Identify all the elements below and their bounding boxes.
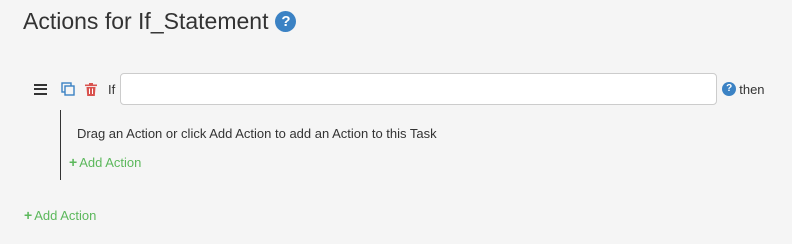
copy-icon[interactable] — [61, 82, 75, 96]
bars-icon[interactable] — [34, 83, 47, 95]
plus-icon: + — [24, 207, 33, 223]
add-action-label: Add Action — [34, 207, 97, 223]
page-title: Actions for If_Statement — [23, 8, 269, 34]
nested-actions-container: Drag an Action or click Add Action to ad… — [60, 110, 561, 180]
question-circle-icon[interactable]: ? — [722, 82, 737, 96]
then-label: then — [739, 81, 765, 97]
if-action-row: If ? then — [34, 72, 779, 106]
condition-input[interactable] — [120, 73, 718, 105]
add-action-label: Add Action — [79, 154, 142, 170]
if-label: If — [108, 81, 116, 97]
nested-add-action-button[interactable]: + Add Action — [69, 154, 141, 170]
add-action-button[interactable]: + Add Action — [24, 207, 96, 223]
plus-icon: + — [69, 154, 78, 170]
question-circle-icon[interactable]: ? — [275, 10, 297, 32]
empty-hint-text: Drag an Action or click Add Action to ad… — [77, 126, 437, 141]
page: Actions for If_Statement ? If ? then Dra… — [0, 0, 792, 244]
trash-icon[interactable] — [85, 82, 97, 96]
title-row: Actions for If_Statement ? — [23, 6, 297, 36]
